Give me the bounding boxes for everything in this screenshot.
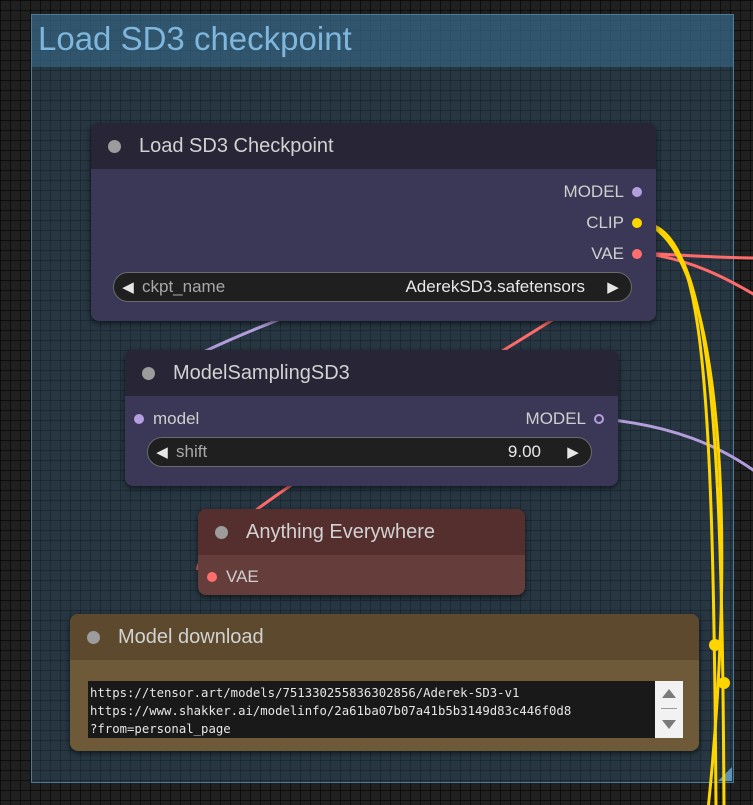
input-model[interactable]: model [134, 407, 199, 431]
arrow-left-icon[interactable]: ◀ [114, 278, 142, 296]
node-anything-everywhere[interactable]: Anything Everywhere VAE [198, 509, 525, 595]
output-model[interactable]: MODEL [526, 407, 604, 431]
collapse-dot-icon[interactable] [142, 366, 155, 380]
model-slot-icon[interactable] [632, 187, 642, 197]
shift-number-widget[interactable]: ◀ shift 9.00 ▶ [147, 437, 592, 467]
textarea-scrollbar[interactable] [655, 681, 683, 738]
node-header[interactable]: Load SD3 Checkpoint [91, 123, 656, 169]
collapse-dot-icon[interactable] [215, 525, 228, 539]
input-label: VAE [226, 567, 259, 586]
model-download-textarea[interactable]: https://tensor.art/models/75133025583630… [88, 681, 655, 738]
node-title: ModelSamplingSD3 [173, 361, 350, 384]
scroll-thumb[interactable] [661, 708, 677, 709]
widget-value: 9.00 [507, 442, 541, 461]
vae-slot-icon[interactable] [632, 249, 642, 259]
widget-value: AderekSD3.safetensors [405, 277, 585, 296]
output-label: CLIP [586, 213, 624, 232]
node-title: Model download [118, 625, 264, 648]
collapse-dot-icon[interactable] [87, 630, 100, 644]
vae-slot-icon[interactable] [207, 572, 217, 582]
ckpt-name-combo[interactable]: ◀ ckpt_name AderekSD3.safetensors ▶ [113, 272, 632, 302]
group-title[interactable]: Load SD3 checkpoint [32, 15, 733, 67]
input-label: model [153, 409, 200, 428]
output-label: VAE [591, 244, 624, 263]
input-vae[interactable]: VAE [207, 565, 259, 589]
model-slot-icon[interactable] [594, 414, 604, 424]
output-clip[interactable]: CLIP [586, 211, 642, 235]
node-load-sd3-checkpoint[interactable]: Load SD3 Checkpoint MODEL CLIP VAE ◀ ckp… [91, 123, 656, 321]
output-label: MODEL [525, 409, 586, 428]
widget-label: shift [176, 442, 208, 461]
node-title: Load SD3 Checkpoint [139, 134, 334, 157]
arrow-right-icon[interactable]: ▶ [559, 443, 587, 461]
node-model-sampling-sd3[interactable]: ModelSamplingSD3 model MODEL ◀ shift 9.0… [125, 350, 618, 486]
node-header[interactable]: ModelSamplingSD3 [125, 350, 618, 396]
group-resize-handle[interactable] [718, 767, 732, 781]
arrow-left-icon[interactable]: ◀ [148, 443, 176, 461]
model-slot-icon[interactable] [134, 414, 144, 424]
widget-label: ckpt_name [142, 277, 226, 296]
node-header[interactable]: Anything Everywhere [198, 509, 525, 555]
node-header[interactable]: Model download [70, 614, 699, 660]
output-model[interactable]: MODEL [564, 180, 642, 204]
output-label: MODEL [563, 182, 624, 201]
output-vae[interactable]: VAE [591, 242, 642, 266]
scroll-down-icon[interactable] [662, 720, 676, 729]
arrow-right-icon[interactable]: ▶ [599, 278, 627, 296]
scroll-up-icon[interactable] [662, 689, 676, 698]
clip-slot-icon[interactable] [632, 218, 642, 228]
collapse-dot-icon[interactable] [108, 139, 121, 153]
node-title: Anything Everywhere [246, 520, 435, 543]
